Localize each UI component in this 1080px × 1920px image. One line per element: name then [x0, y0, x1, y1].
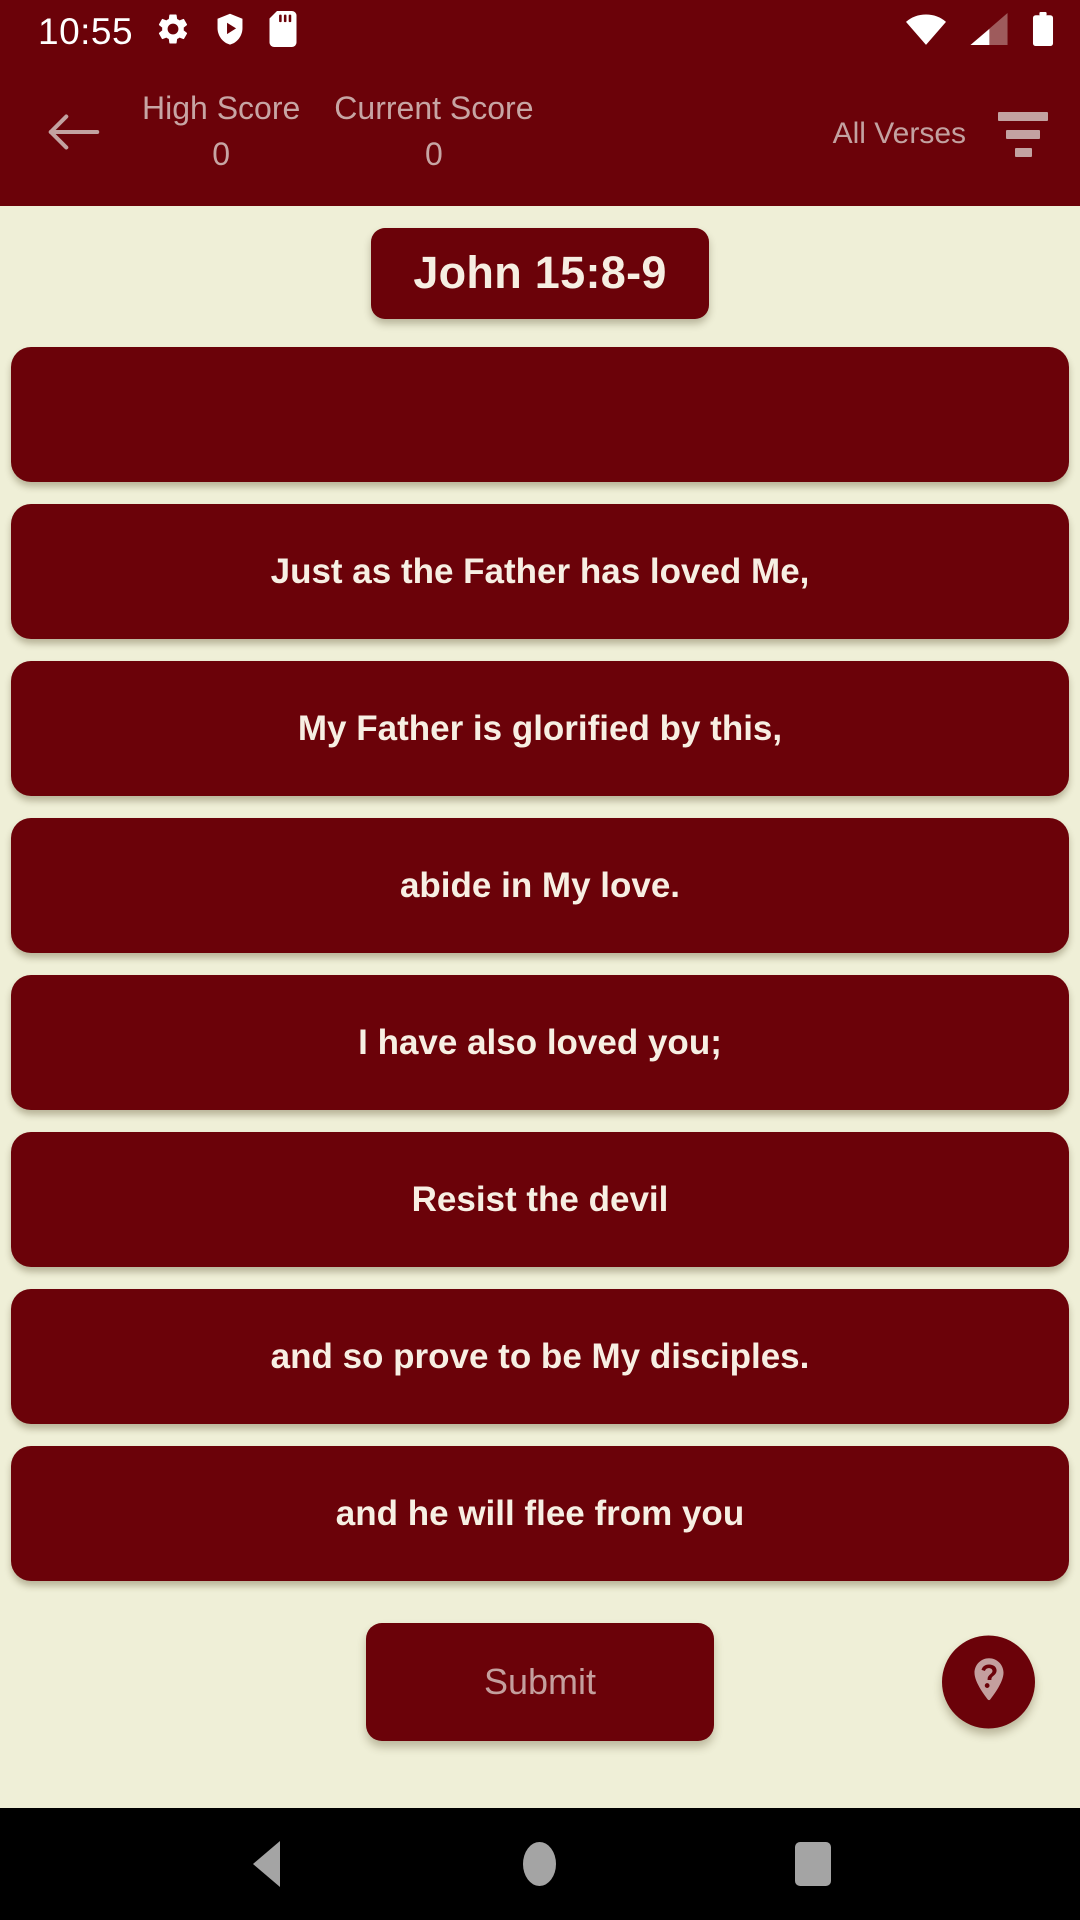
status-bar-left: 10:55	[38, 10, 297, 52]
verse-card[interactable]: Just as the Father has loved Me,	[11, 504, 1069, 639]
sd-card-icon	[269, 10, 297, 52]
status-bar: 10:55	[0, 0, 1080, 62]
back-arrow-icon	[45, 108, 103, 161]
high-score-value: 0	[212, 136, 231, 172]
status-bar-clock: 10:55	[38, 10, 134, 52]
verse-title-badge: John 15:8-9	[371, 228, 709, 319]
action-row: Submit	[0, 1607, 1080, 1757]
cell-signal-icon	[970, 12, 1008, 50]
nav-home-button[interactable]	[485, 1809, 595, 1919]
app-bar-actions: All Verses	[833, 103, 1054, 165]
main-content: John 15:8-9 Just as the Father has loved…	[0, 206, 1080, 1808]
nav-recents-icon	[795, 1842, 832, 1886]
wifi-icon	[906, 13, 946, 50]
verse-filter-label[interactable]: All Verses	[833, 117, 966, 151]
nav-back-button[interactable]	[212, 1809, 322, 1919]
current-score-label: Current Score	[334, 90, 534, 127]
verse-card-text: and so prove to be My disciples.	[270, 1336, 810, 1376]
filter-icon-line-2	[1006, 129, 1040, 139]
verse-card[interactable]: My Father is glorified by this,	[11, 661, 1069, 796]
verse-card[interactable]: and so prove to be My disciples.	[11, 1289, 1069, 1424]
gear-icon	[155, 11, 191, 52]
verse-card[interactable]: and he will flee from you	[11, 1446, 1069, 1581]
verse-card-text: Resist the devil	[411, 1179, 669, 1219]
verse-card[interactable]: Resist the devil	[11, 1132, 1069, 1267]
battery-icon	[1032, 11, 1054, 51]
back-button[interactable]	[36, 96, 112, 172]
app-bar: High Score 0 Current Score 0 All Verses	[0, 62, 1080, 206]
verse-card-text: abide in My love.	[399, 865, 681, 905]
filter-button[interactable]	[992, 103, 1054, 165]
high-score-label: High Score	[142, 90, 301, 127]
status-bar-right	[906, 11, 1054, 51]
nav-back-icon	[253, 1841, 281, 1887]
nav-recents-button[interactable]	[758, 1809, 868, 1919]
nav-home-icon	[523, 1842, 557, 1886]
verse-card[interactable]: I have also loved you;	[11, 975, 1069, 1110]
current-score: Current Score 0	[334, 92, 533, 175]
app-screen: 10:55 High Score 0 Current Score 0 All V…	[0, 0, 1080, 1920]
verse-card-list: Just as the Father has loved Me, My Fath…	[0, 347, 1080, 1581]
verse-card-text: and he will flee from you	[335, 1493, 745, 1533]
filter-icon-line-3	[1014, 147, 1032, 157]
current-score-value: 0	[424, 136, 443, 172]
score-group: High Score 0 Current Score 0	[142, 92, 533, 175]
help-button[interactable]	[942, 1635, 1035, 1729]
verse-card-text: I have also loved you;	[358, 1022, 722, 1062]
verse-card-text: Just as the Father has loved Me,	[270, 551, 810, 591]
high-score: High Score 0	[142, 92, 300, 175]
shield-play-icon	[213, 11, 247, 52]
filter-icon-line-1	[998, 111, 1048, 121]
verse-card-slot-empty[interactable]	[11, 347, 1069, 482]
help-pin-icon	[963, 1654, 1015, 1711]
verse-card[interactable]: abide in My love.	[11, 818, 1069, 953]
verse-card-text: My Father is glorified by this,	[297, 708, 783, 748]
android-nav-bar	[0, 1808, 1080, 1920]
submit-button[interactable]: Submit	[366, 1623, 714, 1741]
